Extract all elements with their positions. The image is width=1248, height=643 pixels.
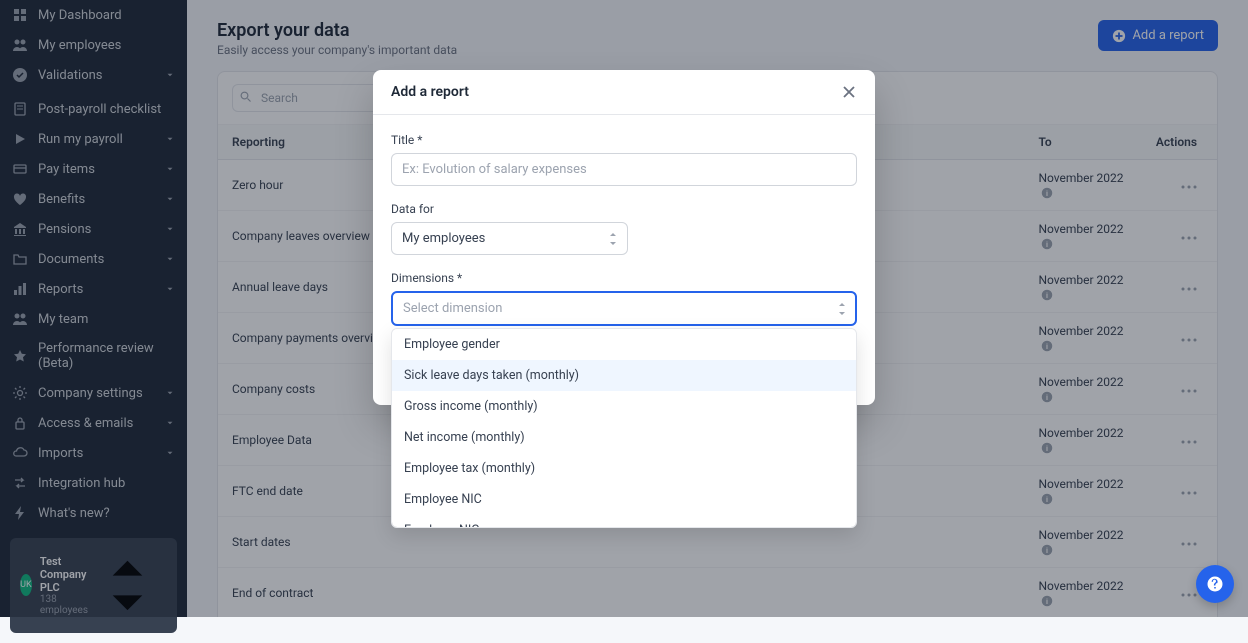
dropdown-item[interactable]: Employee NIC xyxy=(392,484,856,515)
data-for-label: Data for xyxy=(391,202,857,216)
dropdown-item[interactable]: Sick leave days taken (monthly) xyxy=(392,360,856,391)
dropdown-item[interactable]: Gross income (monthly) xyxy=(392,391,856,422)
dropdown-item[interactable]: Employee tax (monthly) xyxy=(392,453,856,484)
modal-overlay[interactable]: Add a report Title * Data for My employe… xyxy=(0,0,1248,617)
close-icon[interactable] xyxy=(841,84,857,100)
question-icon xyxy=(1206,575,1224,593)
dimensions-dropdown: Employee genderSick leave days taken (mo… xyxy=(391,328,857,528)
dimensions-label: Dimensions * xyxy=(391,271,857,285)
dropdown-item[interactable]: Net income (monthly) xyxy=(392,422,856,453)
add-report-modal: Add a report Title * Data for My employe… xyxy=(373,70,875,405)
data-for-select[interactable]: My employees xyxy=(391,222,628,255)
help-fab[interactable] xyxy=(1196,565,1234,603)
dimensions-input[interactable] xyxy=(391,291,857,326)
modal-title: Add a report xyxy=(391,84,469,100)
title-label: Title * xyxy=(391,133,857,147)
dropdown-item[interactable]: Employee gender xyxy=(392,329,856,360)
dropdown-item[interactable]: Employer NIC xyxy=(392,515,856,528)
title-input[interactable] xyxy=(391,153,857,186)
